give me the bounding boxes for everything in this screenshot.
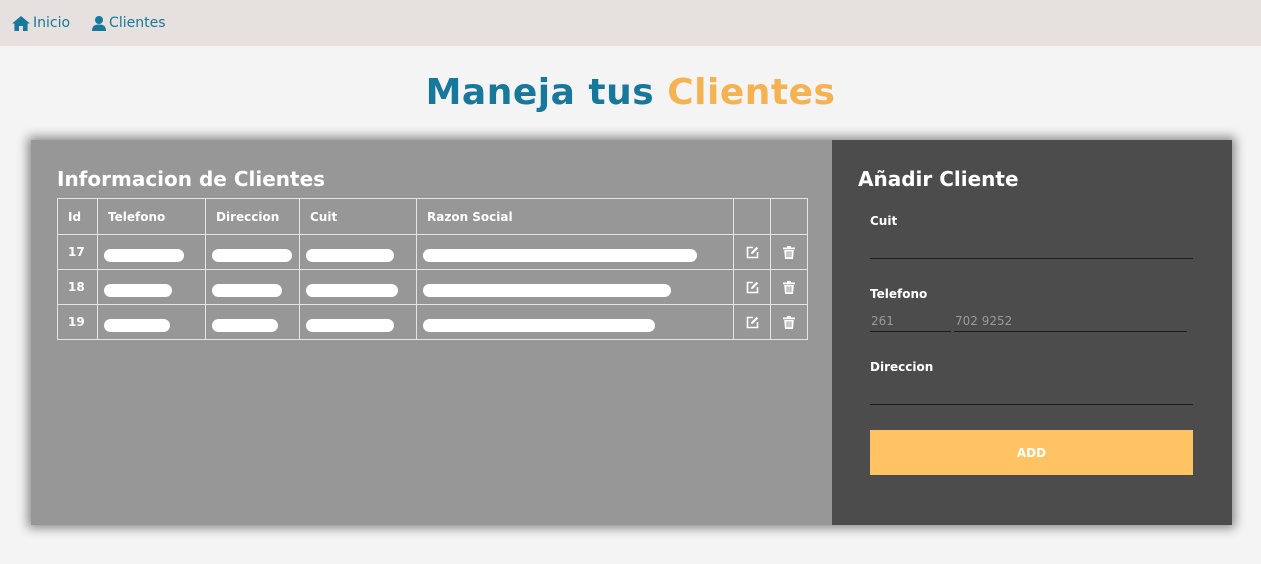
edit-icon[interactable] bbox=[746, 281, 759, 294]
edit-icon[interactable] bbox=[746, 316, 759, 329]
cell-edit bbox=[733, 234, 771, 270]
cell-delete bbox=[770, 234, 808, 270]
clients-table-panel: Informacion de Clientes Id Telefono Dire… bbox=[31, 140, 832, 525]
redaction-mark bbox=[212, 284, 282, 297]
column-header-edit bbox=[733, 198, 771, 235]
redaction-mark bbox=[212, 319, 278, 332]
cell-cuit bbox=[299, 234, 417, 270]
trash-icon[interactable] bbox=[783, 281, 795, 294]
cell-id: 19 bbox=[57, 304, 98, 340]
edit-icon[interactable] bbox=[746, 246, 759, 259]
redaction-mark bbox=[306, 284, 398, 297]
cell-telefono bbox=[97, 234, 206, 270]
cell-cuit bbox=[299, 269, 417, 305]
table-row: 18 bbox=[57, 269, 808, 305]
clients-table: Id Telefono Direccion Cuit Razon Social … bbox=[57, 198, 808, 340]
cell-delete bbox=[770, 269, 808, 305]
redaction-mark bbox=[306, 319, 394, 332]
table-row: 19 bbox=[57, 304, 808, 340]
table-row: 17 bbox=[57, 234, 808, 270]
user-icon bbox=[92, 15, 107, 31]
redaction-mark bbox=[104, 319, 170, 332]
column-header-telefono: Telefono bbox=[97, 198, 206, 235]
cell-edit bbox=[733, 269, 771, 305]
page-title-part2: Clientes bbox=[667, 72, 836, 113]
cell-delete bbox=[770, 304, 808, 340]
cell-id: 17 bbox=[57, 234, 98, 270]
redaction-mark bbox=[423, 319, 655, 332]
cell-razon-social bbox=[416, 234, 734, 270]
page-title: Maneja tus Clientes bbox=[0, 46, 1261, 130]
nav-link-clientes[interactable]: Clientes bbox=[92, 15, 165, 31]
direccion-input[interactable] bbox=[870, 382, 1193, 405]
cell-telefono bbox=[97, 304, 206, 340]
cell-telefono bbox=[97, 269, 206, 305]
trash-icon[interactable] bbox=[783, 246, 795, 259]
cuit-input[interactable] bbox=[870, 236, 1193, 259]
page-title-part1: Maneja tus bbox=[425, 72, 655, 113]
telefono-number-input[interactable] bbox=[954, 310, 1187, 332]
redaction-mark bbox=[423, 249, 697, 262]
column-header-delete bbox=[770, 198, 808, 235]
top-navbar: Inicio Clientes bbox=[0, 0, 1261, 46]
cell-direccion bbox=[205, 269, 300, 305]
redaction-mark bbox=[104, 249, 184, 262]
cuit-label: Cuit bbox=[870, 214, 898, 228]
telefono-area-input[interactable] bbox=[870, 310, 951, 332]
add-client-panel: Añadir Cliente Cuit Telefono Direccion A… bbox=[832, 140, 1232, 525]
column-header-direccion: Direccion bbox=[205, 198, 300, 235]
column-header-cuit: Cuit bbox=[299, 198, 417, 235]
cell-direccion bbox=[205, 304, 300, 340]
clients-card: Informacion de Clientes Id Telefono Dire… bbox=[31, 140, 1232, 525]
column-header-id: Id bbox=[57, 198, 98, 235]
column-header-razon-social: Razon Social bbox=[416, 198, 734, 235]
table-heading: Informacion de Clientes bbox=[57, 167, 326, 191]
redaction-mark bbox=[104, 284, 172, 297]
redaction-mark bbox=[423, 284, 671, 297]
cell-razon-social bbox=[416, 304, 734, 340]
table-header-row: Id Telefono Direccion Cuit Razon Social bbox=[57, 198, 808, 235]
cell-id: 18 bbox=[57, 269, 98, 305]
direccion-label: Direccion bbox=[870, 360, 934, 374]
cell-edit bbox=[733, 304, 771, 340]
redaction-mark bbox=[306, 249, 394, 262]
cell-razon-social bbox=[416, 269, 734, 305]
nav-link-label: Inicio bbox=[33, 15, 71, 31]
telefono-label: Telefono bbox=[870, 287, 928, 301]
form-heading: Añadir Cliente bbox=[858, 167, 1019, 191]
cell-direccion bbox=[205, 234, 300, 270]
nav-link-label: Clientes bbox=[109, 15, 166, 31]
home-icon bbox=[12, 15, 30, 31]
trash-icon[interactable] bbox=[783, 316, 795, 329]
add-button[interactable]: ADD bbox=[870, 430, 1193, 475]
redaction-mark bbox=[212, 249, 292, 262]
cell-cuit bbox=[299, 304, 417, 340]
nav-link-inicio[interactable]: Inicio bbox=[12, 15, 70, 31]
